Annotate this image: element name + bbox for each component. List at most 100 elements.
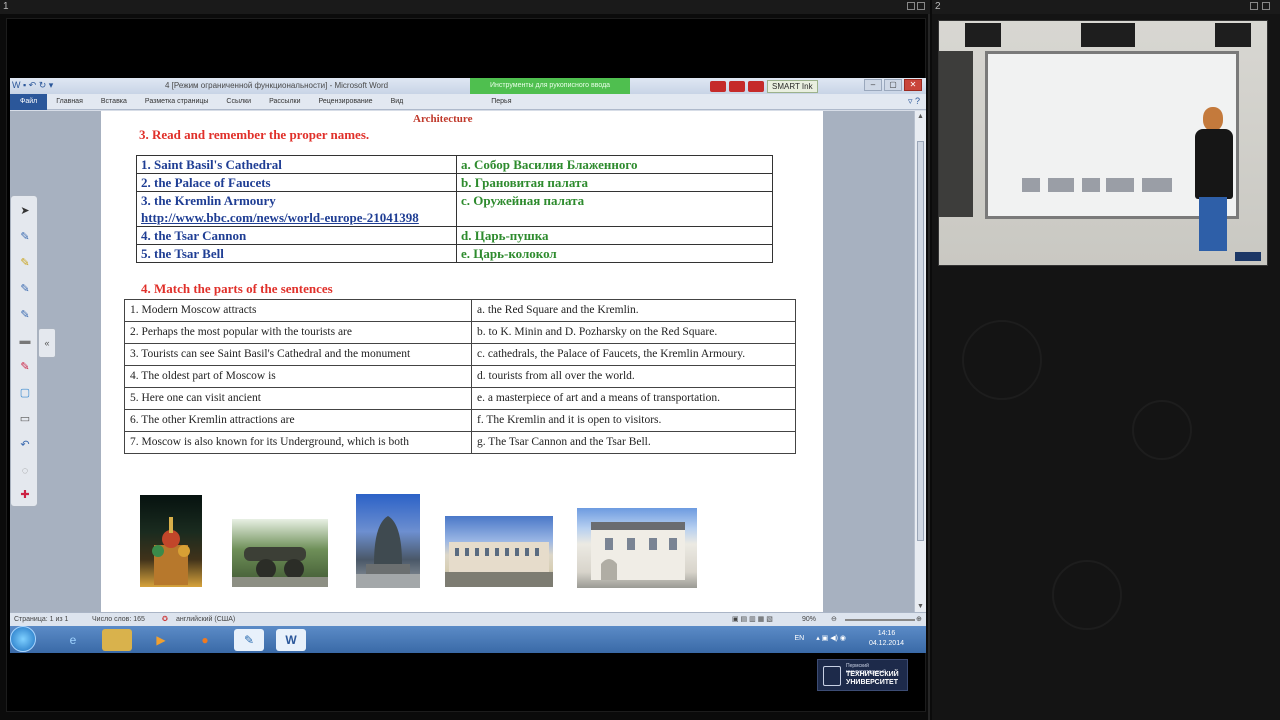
magic-pen-icon[interactable]: ✎	[17, 308, 33, 322]
undo-icon[interactable]: ↶	[17, 438, 33, 452]
scrollbar-thumb[interactable]	[917, 141, 924, 541]
sentence-start: 7. Moscow is also known for its Undergro…	[124, 431, 472, 454]
photo-tsar-cannon[interactable]	[232, 519, 328, 587]
keyboard-icon[interactable]: ▭	[17, 412, 33, 426]
photo-saint-basils-cathedral[interactable]	[140, 495, 202, 587]
minimize-button[interactable]: –	[864, 79, 882, 91]
view-buttons[interactable]: ▣ ▤ ▥ ▦ ▧	[732, 613, 773, 627]
sentence-end: c. cathedrals, the Palace of Faucets, th…	[471, 343, 796, 366]
maximize-button[interactable]: ▢	[884, 79, 902, 91]
word-window: W ▪ ↶ ↻ ▾ 4 [Режим ограниченной функцион…	[10, 78, 926, 653]
right-click-icon[interactable]: ◌	[17, 464, 33, 478]
name-en: 1. Saint Basil's Cathedral	[136, 155, 457, 174]
zoom-out-icon[interactable]: ⊖	[831, 613, 837, 627]
clock[interactable]: 14:16 04.12.2014	[869, 629, 904, 649]
help-icon[interactable]: ▿ ?	[908, 96, 920, 107]
window-title: 4 [Режим ограниченной функциональности] …	[165, 81, 389, 90]
smart-pin-icon[interactable]	[710, 80, 726, 92]
smart-pin-icon[interactable]	[729, 80, 745, 92]
language-indicator[interactable]: английский (США)	[176, 613, 235, 627]
customize-tools-icon[interactable]: ✚	[17, 488, 33, 502]
pen-tool-icon[interactable]: ✎	[17, 230, 33, 244]
section-3-title: 3. Read and remember the proper names.	[139, 127, 370, 142]
name-ru: e. Царь-колокол	[456, 244, 773, 263]
name-en: 3. the Kremlin Armoury	[141, 193, 276, 208]
sentence-start: 6. The other Kremlin attractions are	[124, 409, 472, 432]
shape-pen-icon[interactable]: ✎	[17, 360, 33, 374]
firefox-icon[interactable]: ●	[190, 629, 220, 651]
tab-mailings[interactable]: Рассылки	[260, 98, 309, 105]
collapse-tools-button[interactable]: «	[38, 328, 56, 358]
page-count[interactable]: Страница: 1 из 1	[14, 613, 68, 627]
eraser-icon[interactable]: ▬	[17, 334, 33, 348]
scroll-down-icon[interactable]: ▼	[916, 603, 925, 610]
photo-tsar-bell[interactable]	[356, 494, 420, 588]
pane-2-number: 2	[935, 1, 941, 12]
sentence-start: 4. The oldest part of Moscow is	[124, 365, 472, 388]
name-ru: b. Грановитая палата	[456, 173, 773, 192]
tab-pens[interactable]: Перья	[482, 98, 520, 105]
photo-palace-of-facets[interactable]	[577, 508, 697, 588]
word-taskbar-icon[interactable]: W	[276, 629, 306, 651]
highlighter-icon[interactable]: ✎	[17, 256, 33, 270]
zoom-level[interactable]: 90%	[802, 613, 816, 627]
select-tool-icon[interactable]: ➤	[17, 204, 33, 218]
spellcheck-icon[interactable]: ✪	[162, 613, 168, 627]
sentence-start: 5. Here one can visit ancient	[124, 387, 472, 410]
vertical-scrollbar[interactable]: ▲ ▼	[914, 111, 926, 612]
university-logo: Пермский государственный ТЕХНИЧЕСКИЙ УНИ…	[817, 659, 908, 691]
tab-review[interactable]: Рецензирование	[310, 98, 382, 105]
table-row: 4. the Tsar Cannon d. Царь-пушка	[136, 226, 773, 245]
scroll-up-icon[interactable]: ▲	[916, 113, 925, 120]
board-thumbnail	[1022, 178, 1040, 192]
document-canvas: Architecture 3. Read and remember the pr…	[10, 111, 914, 612]
sentence-start: 2. Perhaps the most popular with the tou…	[124, 321, 472, 344]
bbc-news-link[interactable]: http://www.bbc.com/news/world-europe-210…	[141, 209, 421, 226]
pane-2-maximize-button[interactable]	[1262, 2, 1270, 10]
tray-icons[interactable]: ▴ ▣ ◀) ◉	[816, 635, 846, 642]
sentence-end: b. to K. Minin and D. Pozharsky on the R…	[471, 321, 796, 344]
photo-kremlin-armoury[interactable]	[445, 516, 553, 587]
sentence-start: 3. Tourists can see Saint Basil's Cathed…	[124, 343, 472, 366]
tab-page-layout[interactable]: Разметка страницы	[136, 98, 218, 105]
file-explorer-icon[interactable]	[102, 629, 132, 651]
zoom-in-icon[interactable]: ⊕	[916, 613, 922, 627]
media-player-icon[interactable]: ▶	[146, 629, 176, 651]
close-button[interactable]: ✕	[904, 79, 922, 91]
ribbon-tabs: Файл Главная Вставка Разметка страницы С…	[10, 93, 926, 110]
creative-pen-icon[interactable]: ✎	[17, 282, 33, 296]
sentence-end: d. tourists from all over the world.	[471, 365, 796, 388]
university-emblem-icon	[823, 666, 841, 686]
smart-ink-button[interactable]: SMART Ink	[767, 79, 818, 93]
smart-pin-icon[interactable]	[748, 80, 764, 92]
start-button[interactable]	[10, 626, 36, 652]
tab-insert[interactable]: Вставка	[92, 98, 136, 105]
pane-1-number: 1	[3, 1, 9, 12]
context-tab-ink-tools: Инструменты для рукописного ввода	[470, 78, 630, 94]
name-ru: c. Оружейная палата	[456, 191, 773, 227]
pane-1-restore-button[interactable]	[907, 2, 915, 10]
pane-2-restore-button[interactable]	[1250, 2, 1258, 10]
table-row: 2. Perhaps the most popular with the tou…	[124, 321, 796, 344]
tab-references[interactable]: Ссылки	[217, 98, 260, 105]
table-row: 7. Moscow is also known for its Undergro…	[124, 431, 796, 454]
pane-1-maximize-button[interactable]	[917, 2, 925, 10]
tab-file[interactable]: Файл	[10, 93, 48, 110]
screen-capture-icon[interactable]: ▢	[17, 386, 33, 400]
tab-view[interactable]: Вид	[382, 98, 413, 105]
zoom-slider[interactable]	[845, 619, 915, 621]
notebook-icon[interactable]: ✎	[234, 629, 264, 651]
background-watermark	[1052, 560, 1122, 630]
name-ru: a. Собор Василия Блаженного	[456, 155, 773, 174]
input-language[interactable]: EN	[795, 635, 805, 642]
sentence-start: 1. Modern Moscow attracts	[124, 299, 472, 322]
system-tray: EN ▴ ▣ ◀) ◉	[795, 634, 846, 642]
sentence-end: g. The Tsar Cannon and the Tsar Bell.	[471, 431, 796, 454]
quick-access-toolbar[interactable]: W ▪ ↶ ↻ ▾	[12, 80, 53, 91]
internet-explorer-icon[interactable]: e	[58, 629, 88, 651]
word-count[interactable]: Число слов: 165	[92, 613, 145, 627]
name-ru: d. Царь-пушка	[456, 226, 773, 245]
document-page[interactable]: Architecture 3. Read and remember the pr…	[101, 111, 823, 612]
tab-home[interactable]: Главная	[47, 98, 92, 105]
table-row: 5. Here one can visit ancient e. a master…	[124, 387, 796, 410]
